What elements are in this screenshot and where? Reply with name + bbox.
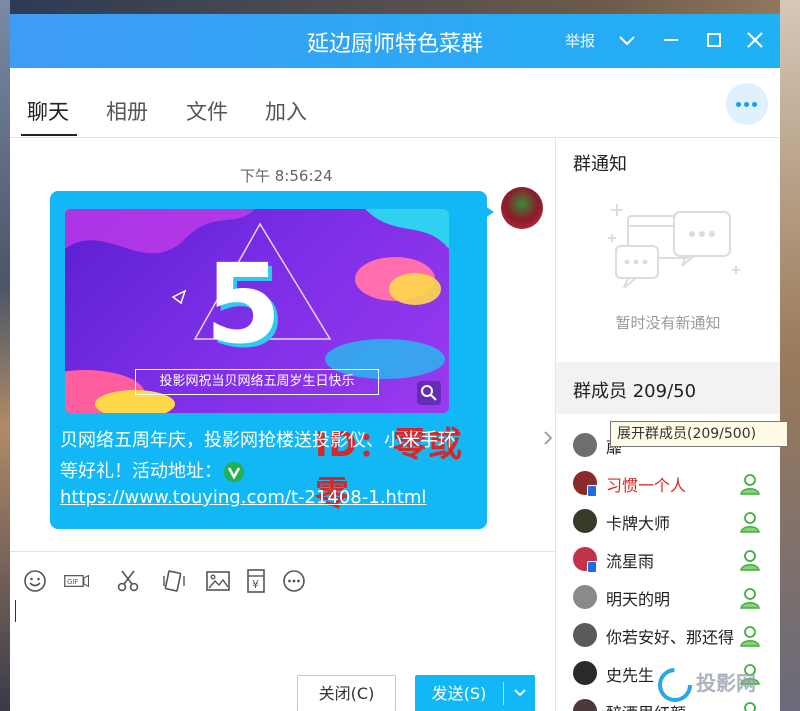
svg-text:GIF: GIF [67,578,78,586]
more-options-button[interactable] [726,83,768,125]
tab-bar: 聊天 相册 文件 加入 [10,68,780,138]
group-members-count: 群成员 209/50 [573,381,697,402]
gif-icon[interactable]: GIF [64,568,98,594]
empty-notice-illustration-icon [594,194,744,294]
tab-album[interactable]: 相册 [106,96,148,126]
promo-banner-image[interactable]: 5 投影网祝当贝网络五周岁生日快乐 [65,209,449,413]
member-avatar[interactable] [573,509,597,533]
desktop-background-right [780,0,800,711]
bubble-tail [482,204,494,220]
group-members-header[interactable]: 群成员 209/50 [556,362,780,414]
member-role-icon [738,624,762,648]
message-composer[interactable]: GIF ¥ 关闭(C) 发送(S) [10,551,555,711]
member-name: 史先生 [606,666,655,685]
send-options-chevron-icon[interactable] [511,682,529,704]
message-text-line: 等好礼！活动地址： [60,457,244,483]
report-button[interactable]: 举报 [565,30,595,51]
member-avatar[interactable] [573,433,597,457]
active-tab-underline [21,134,77,136]
message-text-part: 当 [494,411,512,432]
banner-five-graphic: 5 [205,240,282,368]
chat-history[interactable]: 下午 8:56:24 5 投影网祝当贝网络五周岁生日快乐 ID：零或零 当 贝网… [10,138,555,551]
desktop-background-left [0,0,10,711]
maximize-icon[interactable] [701,27,727,53]
sender-avatar[interactable] [501,187,543,229]
member-role-icon [738,586,762,610]
member-avatar[interactable] [573,585,597,609]
chevron-down-icon[interactable] [614,27,640,53]
member-row[interactable]: 流星雨 [556,541,780,579]
member-name: 卡牌大师 [606,514,671,533]
expand-members-tooltip: 展开群成员(209/500) [610,421,788,447]
member-row[interactable]: 你若安好、那还得 [556,617,780,655]
shake-icon[interactable] [161,568,187,594]
group-chat-window: 延边厨师特色菜群 举报 聊天 相册 文件 加入 下午 8:56:24 5 投影网… [10,14,780,711]
member-avatar[interactable] [573,623,597,647]
message-text-segment: 等好礼！活动地址： [60,461,222,482]
red-packet-icon[interactable]: ¥ [243,568,269,594]
member-role-icon [738,472,762,496]
member-row[interactable]: 卡牌大师 [556,503,780,541]
tab-chat[interactable]: 聊天 [27,96,69,126]
verified-link-icon [224,462,244,482]
mobile-online-icon [587,485,597,497]
site-watermark-text: 投影网 [696,671,756,695]
message-timestamp: 下午 8:56:24 [240,167,333,185]
minimize-icon[interactable] [658,27,684,53]
close-button[interactable]: 关闭(C) [297,675,396,711]
title-bar[interactable]: 延边厨师特色菜群 举报 [10,14,780,68]
message-text-line: 贝网络五周年庆，投影网抢楼送投影仪、小米手环 [60,430,456,451]
member-name: 你若安好、那还得 [606,628,735,647]
send-button-label: 发送(S) [431,684,487,703]
member-avatar[interactable] [573,661,597,685]
member-role-icon [738,510,762,534]
send-button-divider [503,682,504,705]
member-role-icon [738,548,762,572]
empty-notice-text: 暂时没有新通知 [615,314,721,332]
group-notice-title: 群通知 [573,154,627,175]
member-name: 习惯一个人 [606,476,687,495]
emoji-icon[interactable] [22,568,48,594]
chevron-right-icon[interactable] [541,408,555,468]
member-name: 流星雨 [606,552,655,571]
close-icon[interactable] [742,27,768,53]
svg-text:¥: ¥ [252,578,259,591]
mobile-online-icon [587,561,597,573]
member-row[interactable]: 习惯一个人 [556,465,780,503]
tab-files[interactable]: 文件 [186,96,228,126]
zoom-in-icon[interactable] [417,381,441,405]
scissors-icon[interactable] [115,568,141,594]
more-tools-icon[interactable] [281,568,307,594]
tab-join[interactable]: 加入 [265,96,307,126]
member-name: 明天的明 [606,590,671,609]
send-button[interactable]: 发送(S) [415,675,535,711]
activity-link[interactable]: https://www.touying.com/t-21408-1.html [60,487,426,508]
text-input-caret[interactable] [15,600,16,622]
member-avatar[interactable] [573,699,597,711]
banner-caption: 投影网祝当贝网络五周岁生日快乐 [135,369,379,395]
message-bubble[interactable]: 5 投影网祝当贝网络五周岁生日快乐 ID：零或零 当 贝网络五周年庆，投影网抢楼… [50,191,512,529]
member-row[interactable]: 明天的明 [556,579,780,617]
image-icon[interactable] [205,568,231,594]
